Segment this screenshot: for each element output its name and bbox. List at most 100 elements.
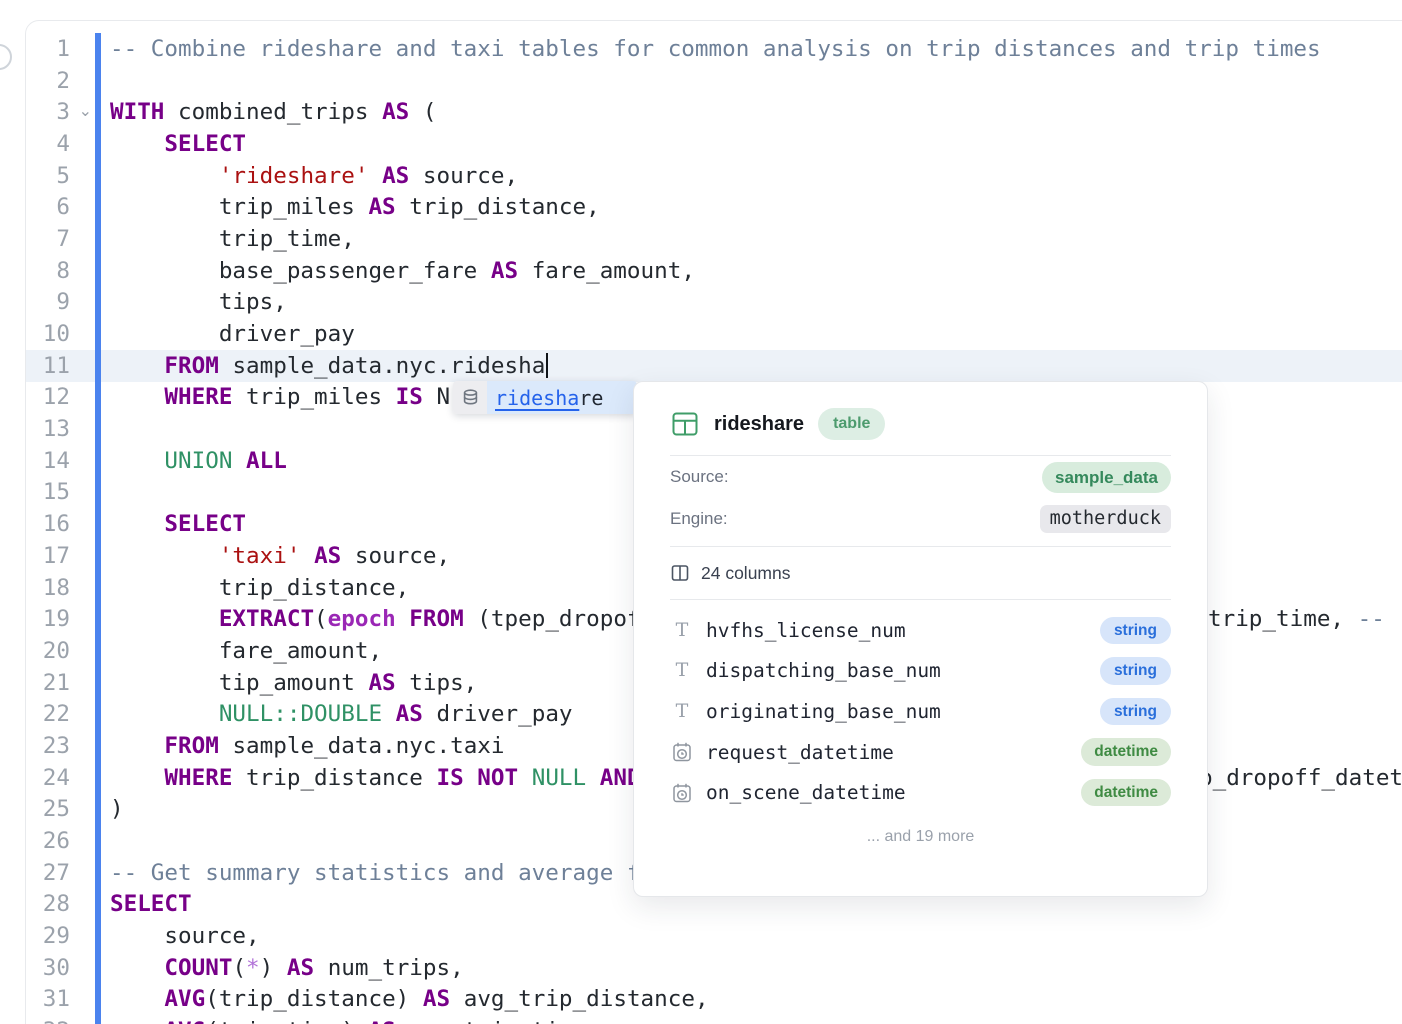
code-line[interactable]: 8 base_passenger_fare AS fare_amount, (26, 255, 1402, 287)
code-text[interactable]: driver_pay (101, 318, 1402, 350)
line-number-gutter[interactable]: 22 (26, 698, 95, 730)
code-text[interactable]: trip_miles AS trip_distance, (101, 191, 1402, 223)
line-number[interactable]: 27 (43, 860, 70, 886)
line-number-gutter[interactable]: 19 (26, 603, 95, 635)
code-line[interactable]: 32 AVG(trip_time) AS avg_trip_time, (26, 1015, 1402, 1024)
line-number[interactable]: 11 (43, 353, 70, 379)
code-text[interactable]: AVG(trip_time) AS avg_trip_time, (101, 1015, 1402, 1024)
line-number-gutter[interactable]: 6 (26, 191, 95, 223)
code-text[interactable]: source, (101, 920, 1402, 952)
code-line[interactable]: 7 trip_time, (26, 223, 1402, 255)
code-line[interactable]: 6 trip_miles AS trip_distance, (26, 191, 1402, 223)
line-number-gutter[interactable]: 28 (26, 889, 95, 921)
line-number[interactable]: 30 (43, 955, 70, 981)
code-line[interactable]: 2 (26, 65, 1402, 97)
line-number-gutter[interactable]: 1 (26, 33, 95, 65)
code-text[interactable]: tips, (101, 287, 1402, 319)
line-number[interactable]: 9 (56, 289, 70, 315)
code-line[interactable]: 10 driver_pay (26, 318, 1402, 350)
line-number[interactable]: 10 (43, 321, 70, 347)
line-number-gutter[interactable]: 7 (26, 223, 95, 255)
line-number[interactable]: 16 (43, 511, 70, 537)
line-number-gutter[interactable]: 12 (26, 382, 95, 414)
line-number-gutter[interactable]: 26 (26, 825, 95, 857)
line-number[interactable]: 12 (43, 384, 70, 410)
line-number-gutter[interactable]: 9 (26, 287, 95, 319)
line-number[interactable]: 23 (43, 733, 70, 759)
line-number[interactable]: 2 (56, 68, 70, 94)
code-line[interactable]: 30 COUNT(*) AS num_trips, (26, 952, 1402, 984)
line-number-gutter[interactable]: 4 (26, 128, 95, 160)
line-number-gutter[interactable]: 8 (26, 255, 95, 287)
line-number[interactable]: 8 (56, 258, 70, 284)
line-number-gutter[interactable]: 5 (26, 160, 95, 192)
line-number-gutter[interactable]: 13 (26, 413, 95, 445)
code-token: combined_trips (164, 99, 382, 125)
code-text[interactable]: base_passenger_fare AS fare_amount, (101, 255, 1402, 287)
line-number[interactable]: 6 (56, 194, 70, 220)
line-number[interactable]: 17 (43, 543, 70, 569)
autocomplete-popup[interactable]: rideshare (453, 381, 637, 414)
code-line[interactable]: 29 source, (26, 920, 1402, 952)
code-text[interactable]: trip_time, (101, 223, 1402, 255)
line-number[interactable]: 4 (56, 131, 70, 157)
autocomplete-item-rideshare[interactable]: rideshare (487, 381, 637, 414)
line-number[interactable]: 29 (43, 923, 70, 949)
code-text[interactable]: 'rideshare' AS source, (101, 160, 1402, 192)
line-number-gutter[interactable]: 17 (26, 540, 95, 572)
line-number[interactable]: 20 (43, 638, 70, 664)
line-number-gutter[interactable]: 10 (26, 318, 95, 350)
code-line[interactable]: 4 SELECT (26, 128, 1402, 160)
code-text[interactable]: COUNT(*) AS num_trips, (101, 952, 1402, 984)
line-number-gutter[interactable]: 2 (26, 65, 95, 97)
line-number-gutter[interactable]: 3⌄ (26, 96, 95, 128)
line-number-gutter[interactable]: 15 (26, 477, 95, 509)
line-number-gutter[interactable]: 29 (26, 920, 95, 952)
line-number[interactable]: 5 (56, 163, 70, 189)
line-number[interactable]: 22 (43, 701, 70, 727)
line-number-gutter[interactable]: 24 (26, 762, 95, 794)
code-text[interactable]: AVG(trip_distance) AS avg_trip_distance, (101, 984, 1402, 1016)
code-line[interactable]: 31 AVG(trip_distance) AS avg_trip_distan… (26, 984, 1402, 1016)
line-number[interactable]: 18 (43, 575, 70, 601)
line-number[interactable]: 7 (56, 226, 70, 252)
line-number[interactable]: 28 (43, 891, 70, 917)
line-number-gutter[interactable]: 16 (26, 508, 95, 540)
line-number[interactable]: 14 (43, 448, 70, 474)
line-number-gutter[interactable]: 30 (26, 952, 95, 984)
code-text[interactable]: FROM sample_data.nyc.ridesha (101, 350, 1402, 382)
code-token: -- Combine rideshare and taxi tables for… (110, 36, 1321, 62)
code-line[interactable]: 1 -- Combine rideshare and taxi tables fo… (26, 33, 1402, 65)
line-number-gutter[interactable]: 18 (26, 572, 95, 604)
line-number[interactable]: 24 (43, 765, 70, 791)
line-number[interactable]: 19 (43, 606, 70, 632)
code-text[interactable]: WITH combined_trips AS ( (101, 96, 1402, 128)
code-line[interactable]: 9 tips, (26, 287, 1402, 319)
line-number[interactable]: 31 (43, 986, 70, 1012)
fold-chevron-icon[interactable]: ⌄ (79, 101, 92, 120)
line-number-gutter[interactable]: 21 (26, 667, 95, 699)
code-line[interactable]: 3⌄WITH combined_trips AS ( (26, 96, 1402, 128)
line-number[interactable]: 21 (43, 670, 70, 696)
line-number[interactable]: 15 (43, 479, 70, 505)
line-number[interactable]: 25 (43, 796, 70, 822)
line-number-gutter[interactable]: 11 (26, 350, 95, 382)
line-number[interactable]: 3 (56, 99, 70, 125)
line-number-gutter[interactable]: 32 (26, 1015, 95, 1024)
line-number[interactable]: 26 (43, 828, 70, 854)
line-number-gutter[interactable]: 14 (26, 445, 95, 477)
code-text[interactable] (101, 65, 1402, 97)
line-number-gutter[interactable]: 27 (26, 857, 95, 889)
line-number-gutter[interactable]: 20 (26, 635, 95, 667)
line-number-gutter[interactable]: 23 (26, 730, 95, 762)
line-number[interactable]: 32 (43, 1018, 70, 1024)
code-text[interactable]: SELECT (101, 128, 1402, 160)
code-line[interactable]: 11 FROM sample_data.nyc.ridesha (26, 350, 1402, 382)
code-text[interactable]: -- Combine rideshare and taxi tables for… (101, 33, 1402, 65)
code-line[interactable]: 5 'rideshare' AS source, (26, 160, 1402, 192)
line-number[interactable]: 13 (43, 416, 70, 442)
line-number[interactable]: 1 (56, 36, 70, 62)
panel-edge-button-fragment[interactable] (0, 44, 12, 70)
line-number-gutter[interactable]: 31 (26, 984, 95, 1016)
line-number-gutter[interactable]: 25 (26, 794, 95, 826)
